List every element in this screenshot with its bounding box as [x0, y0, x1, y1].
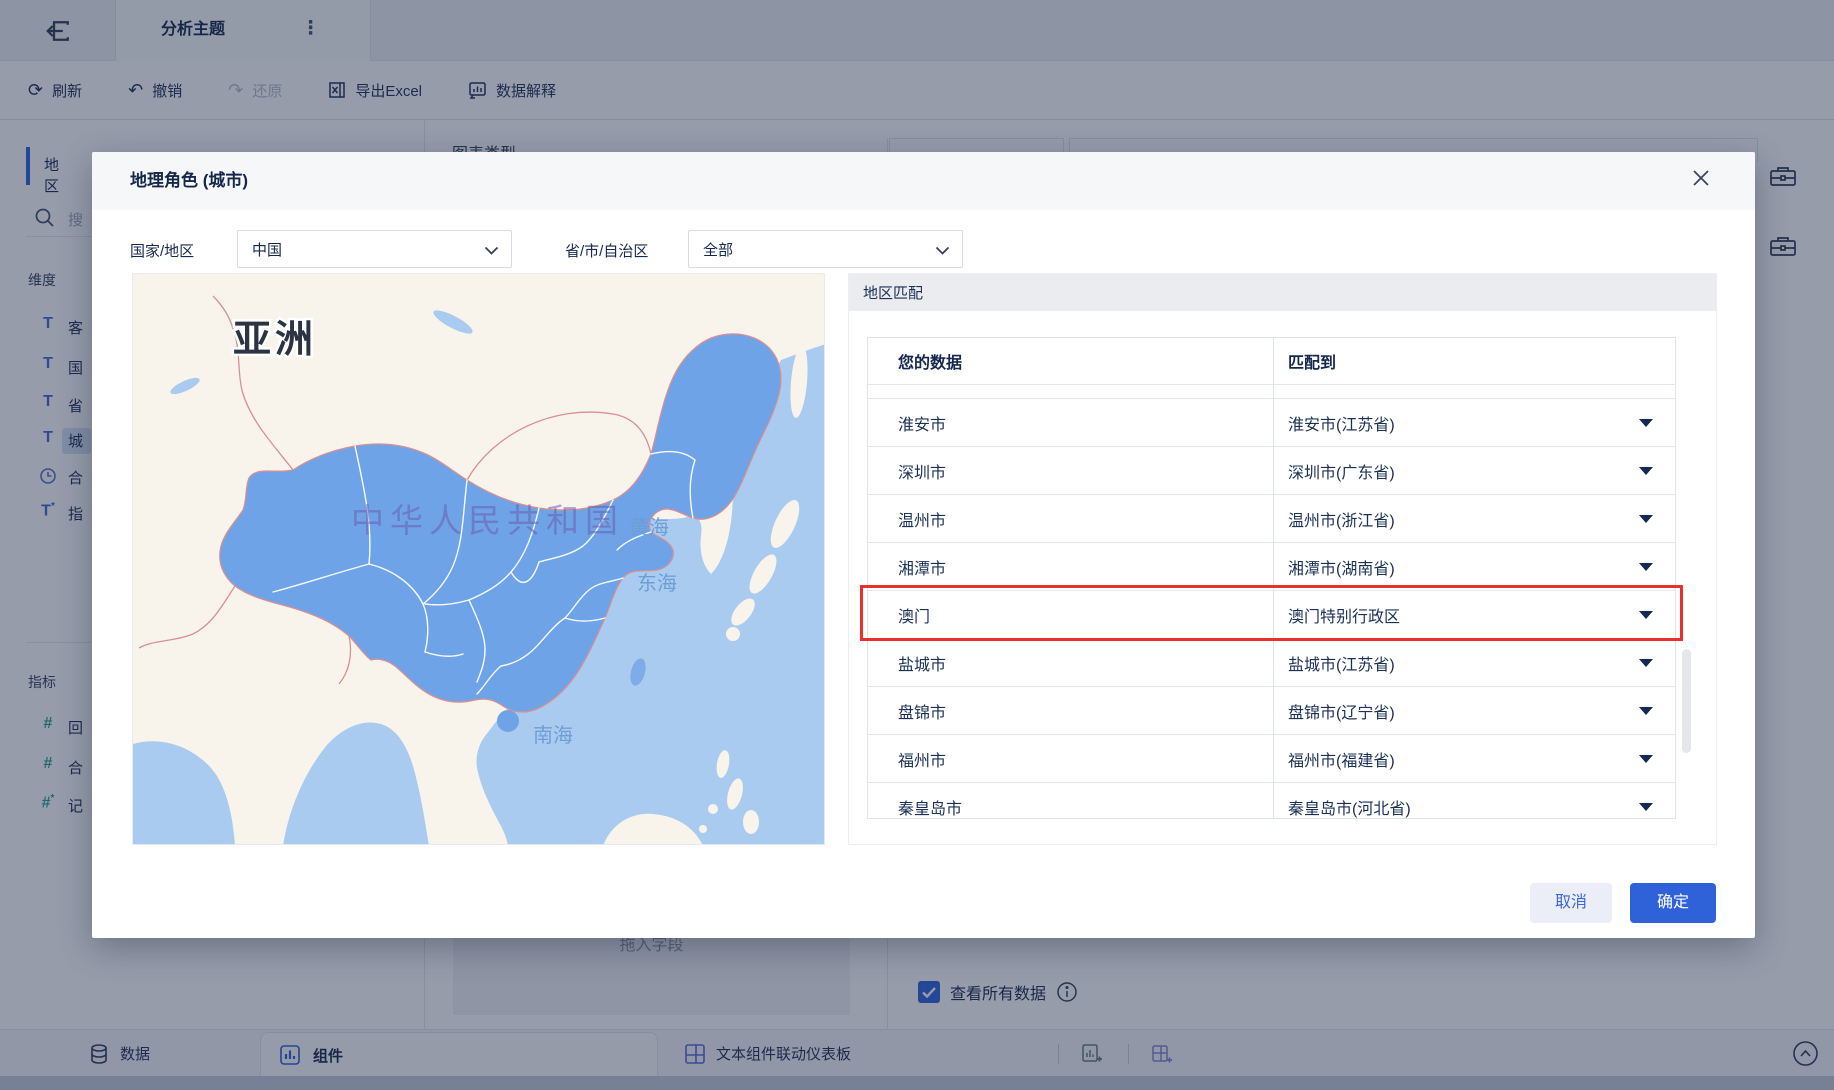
- dropdown-arrow-icon: [1639, 803, 1653, 811]
- table-row: 湘潭市 湘潭市(湖南省): [868, 543, 1675, 591]
- dropdown-arrow-icon: [1639, 419, 1653, 427]
- region-match-title: 地区匹配: [863, 285, 924, 302]
- close-icon[interactable]: [1690, 167, 1718, 195]
- match-value: 秦皇岛市(河北省): [1288, 800, 1411, 818]
- country-watermark: 中华人民共和国: [351, 502, 624, 539]
- match-dropdown[interactable]: 湘潭市(湖南省): [1274, 543, 1675, 590]
- chevron-down-icon: [935, 246, 950, 255]
- province-value: 全部: [703, 242, 734, 259]
- sea-label-east-china-sea: 东海: [637, 572, 677, 595]
- province-select[interactable]: 全部: [688, 230, 963, 268]
- source-cell: 淮安市: [868, 399, 1275, 446]
- match-dropdown[interactable]: 温州市(浙江省): [1274, 495, 1675, 542]
- column-header-matched: 匹配到: [1288, 355, 1337, 372]
- match-dropdown[interactable]: 淮安市(江苏省): [1274, 399, 1675, 446]
- asia-map-preview: 亚洲 中华人民共和国 黄海 东海 南海: [132, 273, 825, 845]
- table-row: 深圳市 深圳市(广东省): [868, 447, 1675, 495]
- table-row: 福州市 福州市(福建省): [868, 735, 1675, 783]
- source-cell: 秦皇岛市: [868, 783, 1275, 818]
- country-label: 国家/地区: [130, 243, 195, 260]
- source-cell: 福州市: [868, 735, 1275, 782]
- match-value: 温州市(浙江省): [1288, 512, 1395, 530]
- column-header-source: 您的数据: [868, 338, 1275, 384]
- match-dropdown[interactable]: 深圳市(广东省): [1274, 447, 1675, 494]
- table-header-row: 您的数据 匹配到: [868, 338, 1675, 385]
- province-label: 省/市/自治区: [565, 243, 649, 260]
- table-row: 盘锦市 盘锦市(辽宁省): [868, 687, 1675, 735]
- match-dropdown[interactable]: 盐城市(江苏省): [1274, 639, 1675, 686]
- match-value: 淮安市(江苏省): [1288, 416, 1395, 434]
- sea-label-yellow-sea: 黄海: [629, 516, 669, 539]
- country-value: 中国: [252, 242, 283, 259]
- dropdown-arrow-icon: [1639, 707, 1653, 715]
- table-row-highlighted: 澳门 澳门特别行政区: [868, 591, 1675, 639]
- region-match-panel: 地区匹配 您的数据 匹配到 淮安市 淮安市(江苏省) 深圳市 深圳市(广东省): [848, 273, 1717, 845]
- table-row: 盐城市 盐城市(江苏省): [868, 639, 1675, 687]
- match-dropdown[interactable]: 秦皇岛市(河北省): [1274, 783, 1675, 818]
- dropdown-arrow-icon: [1639, 515, 1653, 523]
- table-scrollbar[interactable]: [1682, 649, 1691, 753]
- source-cell: 湘潭市: [868, 543, 1275, 590]
- source-cell: 盘锦市: [868, 687, 1275, 734]
- match-value: 福州市(福建省): [1288, 752, 1395, 770]
- match-value: 盐城市(江苏省): [1288, 656, 1395, 674]
- match-value: 深圳市(广东省): [1288, 464, 1395, 482]
- dropdown-arrow-icon: [1639, 467, 1653, 475]
- dropdown-arrow-icon: [1639, 659, 1653, 667]
- dropdown-arrow-icon: [1639, 755, 1653, 763]
- confirm-button[interactable]: 确定: [1630, 883, 1716, 923]
- sea-label-south-china-sea: 南海: [533, 724, 573, 747]
- match-dropdown[interactable]: 澳门特别行政区: [1274, 591, 1675, 638]
- table-row: 秦皇岛市 秦皇岛市(河北省): [868, 783, 1675, 818]
- match-value: 盘锦市(辽宁省): [1288, 704, 1395, 722]
- source-cell: 澳门: [868, 591, 1275, 638]
- source-cell: 盐城市: [868, 639, 1275, 686]
- match-dropdown[interactable]: 福州市(福建省): [1274, 735, 1675, 782]
- dialog-title: 地理角色 (城市): [130, 171, 249, 190]
- country-select[interactable]: 中国: [237, 230, 512, 268]
- table-row: 淮安市 淮安市(江苏省): [868, 399, 1675, 447]
- continent-label: 亚洲: [233, 319, 317, 361]
- match-value: 澳门特别行政区: [1288, 608, 1401, 626]
- table-row: 温州市 温州市(浙江省): [868, 495, 1675, 543]
- region-match-header: 地区匹配: [849, 274, 1716, 311]
- match-table: 您的数据 匹配到 淮安市 淮安市(江苏省) 深圳市 深圳市(广东省) 温州市 温…: [867, 337, 1676, 819]
- asia-map: 亚洲 中华人民共和国 黄海 东海 南海: [133, 274, 824, 844]
- match-dropdown[interactable]: 盘锦市(辽宁省): [1274, 687, 1675, 734]
- geo-role-dialog: 地理角色 (城市) 国家/地区 中国 省/市/自治区 全部 亚洲 中华人民共和国…: [92, 152, 1755, 938]
- source-cell: 深圳市: [868, 447, 1275, 494]
- table-row-partial: [868, 385, 1675, 399]
- dropdown-arrow-icon: [1639, 611, 1653, 619]
- source-cell: 温州市: [868, 495, 1275, 542]
- cancel-button[interactable]: 取消: [1530, 883, 1612, 923]
- dialog-header: 地理角色 (城市): [92, 152, 1755, 210]
- dropdown-arrow-icon: [1639, 563, 1653, 571]
- chevron-down-icon: [484, 246, 499, 255]
- match-value: 湘潭市(湖南省): [1288, 560, 1395, 578]
- app-screen: 分析主题 ⋮ ⟳ 刷新 ↶ 撤销 ↷ 还原 导出Excel 数据解释 地区 搜 …: [0, 0, 1834, 1090]
